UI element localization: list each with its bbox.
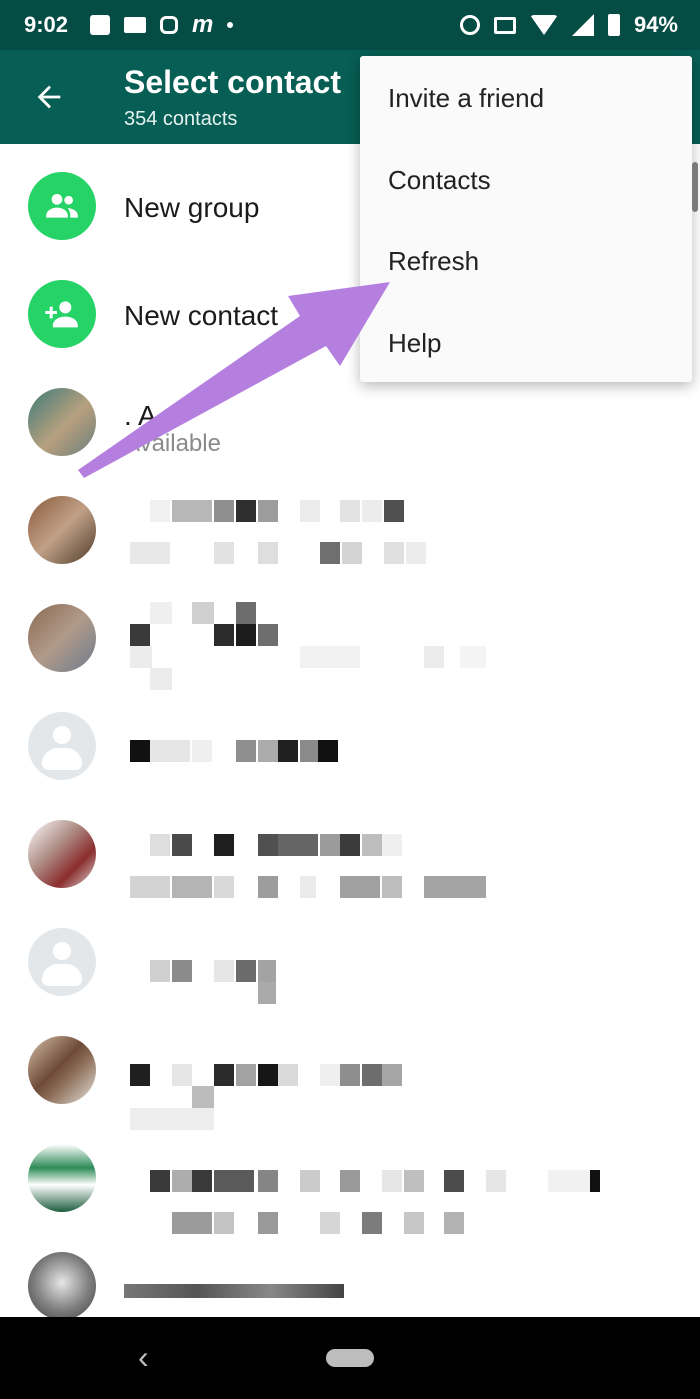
- instagram-icon: [160, 16, 179, 34]
- cast-icon: [493, 16, 516, 34]
- battery-percent: 94%: [633, 12, 678, 37]
- navigation-bar: ‹: [0, 1317, 700, 1399]
- status-time: 9:02: [24, 12, 69, 37]
- new-group-label: New group: [124, 192, 260, 223]
- nav-back-button[interactable]: ‹: [138, 1339, 149, 1376]
- overflow-menu: Invite a friend Contacts Refresh Help: [360, 56, 692, 382]
- new-contact-label: New contact: [124, 300, 279, 331]
- avatar: [28, 388, 96, 456]
- contact-row[interactable]: [0, 800, 700, 908]
- avatar: [28, 1252, 96, 1317]
- scrollbar-thumb[interactable]: [692, 162, 698, 212]
- avatar: [28, 1144, 96, 1212]
- facebook-icon: [90, 15, 111, 35]
- avatar: [28, 928, 96, 996]
- wifi-icon: [529, 15, 558, 35]
- avatar: [28, 820, 96, 888]
- contact-row[interactable]: . A Available: [0, 368, 700, 476]
- avatar: [28, 1036, 96, 1104]
- contact-status: Available: [124, 430, 221, 457]
- avatar: [28, 604, 96, 672]
- menu-item-refresh[interactable]: Refresh: [388, 246, 479, 277]
- battery-icon: [607, 14, 620, 36]
- contact-count: 354 contacts: [124, 108, 238, 130]
- avatar: [28, 712, 96, 780]
- contact-row[interactable]: [0, 584, 700, 692]
- nav-home-button[interactable]: [326, 1349, 374, 1367]
- group-icon: [28, 172, 96, 240]
- menu-item-contacts[interactable]: Contacts: [388, 165, 491, 196]
- signal-icon: [571, 14, 594, 36]
- add-contact-icon: [28, 280, 96, 348]
- contact-name: . A: [124, 400, 157, 431]
- page-title: Select contact: [124, 64, 341, 100]
- contact-row[interactable]: [0, 692, 700, 800]
- contact-row[interactable]: [0, 1016, 700, 1130]
- status-bar: 9:02 m 94%: [0, 0, 700, 50]
- contact-row[interactable]: [0, 908, 700, 1016]
- avatar: [28, 496, 96, 564]
- menu-item-invite-a-friend[interactable]: Invite a friend: [388, 83, 544, 114]
- back-button[interactable]: [26, 74, 72, 120]
- arrow-left-icon: [37, 85, 61, 109]
- menu-item-help[interactable]: Help: [388, 328, 441, 359]
- contact-row[interactable]: [0, 476, 700, 584]
- contact-row[interactable]: [0, 1124, 700, 1234]
- contact-row[interactable]: [0, 1232, 700, 1317]
- notification-dot-icon: [227, 22, 234, 28]
- m-logo-icon: m: [192, 11, 214, 38]
- mail-icon: [124, 17, 147, 33]
- alarm-icon: [459, 15, 480, 35]
